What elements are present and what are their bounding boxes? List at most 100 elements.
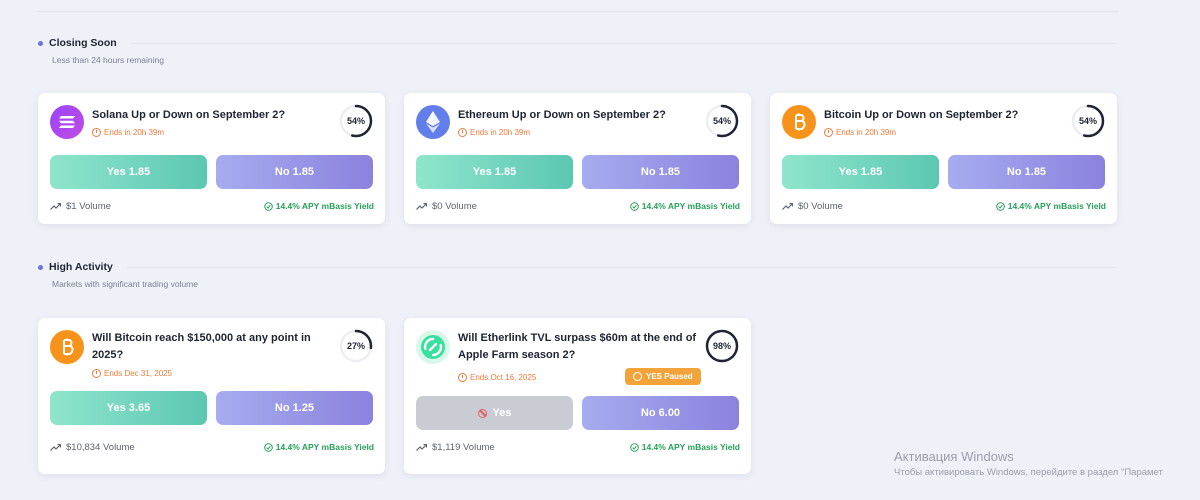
volume: $1 Volume: [50, 201, 111, 212]
section-closing-soon: Closing Soon Less than 24 hours remainin…: [38, 36, 1118, 65]
badge-label: YES Paused: [646, 372, 693, 381]
yield: 14.4% APY mBasis Yield: [263, 201, 374, 211]
yield-label: 14.4% APY mBasis Yield: [1007, 201, 1106, 211]
market-title[interactable]: Will Bitcoin reach $150,000 at any point…: [92, 330, 320, 364]
ethereum-icon: [416, 105, 450, 139]
clock-icon: [92, 369, 101, 378]
probability-gauge: 54%: [704, 103, 740, 139]
no-button[interactable]: No 1.25: [216, 391, 373, 425]
trend-up-icon: [50, 443, 61, 451]
probability-gauge: 27%: [338, 328, 374, 364]
clock-icon: [824, 128, 833, 137]
clock-icon: [458, 373, 467, 382]
probability-label: 98%: [712, 341, 731, 351]
check-circle-icon: [263, 201, 273, 211]
volume: $10,834 Volume: [50, 442, 135, 453]
yield-label: 14.4% APY mBasis Yield: [641, 442, 740, 452]
market-end-time: Ends in 20h 39m: [824, 128, 896, 137]
yes-paused-badge: YES Paused: [625, 368, 701, 385]
volume: $0 Volume: [416, 201, 477, 212]
end-time-label: Ends Oct 16, 2025: [470, 373, 537, 382]
market-title[interactable]: Will Etherlink TVL surpass $60m at the e…: [458, 330, 698, 364]
no-button[interactable]: No 6.00: [582, 396, 739, 430]
market-title[interactable]: Solana Up or Down on September 2?: [92, 107, 320, 124]
yield-label: 14.4% APY mBasis Yield: [641, 201, 740, 211]
market-card-bitcoin[interactable]: Bitcoin Up or Down on September 2? Ends …: [770, 93, 1117, 224]
watermark-subtitle: Чтобы активировать Windows, перейдите в …: [894, 467, 1163, 478]
windows-activation-watermark: Активация Windows Чтобы активировать Win…: [894, 449, 1163, 478]
card-footer: $1,119 Volume 14.4% APY mBasis Yield: [416, 440, 740, 454]
section-divider: [126, 266, 1118, 268]
card-footer: $1 Volume 14.4% APY mBasis Yield: [50, 199, 374, 213]
probability-gauge: 54%: [338, 103, 374, 139]
yes-button[interactable]: Yes 1.85: [416, 155, 573, 189]
yes-button[interactable]: Yes 3.65: [50, 391, 207, 425]
check-circle-icon: [629, 201, 639, 211]
probability-label: 54%: [1078, 116, 1097, 126]
top-divider: [38, 11, 1118, 12]
yes-button[interactable]: Yes 1.85: [782, 155, 939, 189]
no-button[interactable]: No 1.85: [216, 155, 373, 189]
end-time-label: Ends Dec 31, 2025: [104, 369, 173, 378]
market-end-time: Ends in 20h 39m: [92, 128, 164, 137]
yield: 14.4% APY mBasis Yield: [995, 201, 1106, 211]
market-title[interactable]: Bitcoin Up or Down on September 2?: [824, 107, 1052, 124]
probability-gauge: 54%: [1070, 103, 1106, 139]
section-title: Closing Soon: [49, 37, 117, 49]
end-time-label: Ends in 20h 39m: [104, 128, 165, 137]
card-footer: $10,834 Volume 14.4% APY mBasis Yield: [50, 440, 374, 454]
market-end-time: Ends in 20h 39m: [458, 128, 530, 137]
section-high-activity: High Activity Markets with significant t…: [38, 260, 1118, 289]
volume-label: $1 Volume: [66, 200, 111, 212]
bitcoin-icon: [782, 105, 816, 139]
clock-icon: [458, 128, 467, 137]
end-time-label: Ends in 20h 39m: [470, 128, 531, 137]
section-divider: [130, 42, 1118, 44]
trend-up-icon: [416, 202, 427, 210]
section-dot: [38, 264, 43, 270]
market-card-bitcoin-150k[interactable]: Will Bitcoin reach $150,000 at any point…: [38, 318, 385, 474]
check-circle-icon: [995, 201, 1005, 211]
etherlink-icon: [416, 330, 450, 364]
trend-up-icon: [50, 202, 61, 210]
pause-icon: [633, 372, 642, 381]
watermark-title: Активация Windows: [894, 449, 1014, 464]
solana-icon: [50, 105, 84, 139]
market-card-ethereum[interactable]: Ethereum Up or Down on September 2? Ends…: [404, 93, 751, 224]
no-button[interactable]: No 1.85: [582, 155, 739, 189]
trend-up-icon: [416, 443, 427, 451]
clock-icon: [92, 128, 101, 137]
probability-label: 54%: [712, 116, 731, 126]
check-circle-icon: [629, 442, 639, 452]
volume: $0 Volume: [782, 201, 843, 212]
yield-label: 14.4% APY mBasis Yield: [275, 201, 374, 211]
yes-button[interactable]: Yes 1.85: [50, 155, 207, 189]
section-title: High Activity: [49, 261, 113, 273]
probability-label: 27%: [346, 341, 365, 351]
volume-label: $10,834 Volume: [66, 441, 135, 453]
market-card-etherlink[interactable]: Will Etherlink TVL surpass $60m at the e…: [404, 318, 751, 474]
section-subtitle: Markets with significant trading volume: [52, 279, 198, 289]
yes-button-disabled[interactable]: Yes: [416, 396, 573, 430]
yes-button-label: Yes: [492, 407, 512, 419]
probability-label: 54%: [346, 116, 365, 126]
yield: 14.4% APY mBasis Yield: [629, 442, 740, 452]
yield: 14.4% APY mBasis Yield: [263, 442, 374, 452]
section-subtitle: Less than 24 hours remaining: [52, 55, 164, 65]
yield-label: 14.4% APY mBasis Yield: [275, 442, 374, 452]
volume-label: $0 Volume: [798, 200, 843, 212]
market-title[interactable]: Ethereum Up or Down on September 2?: [458, 107, 686, 124]
ban-icon: [477, 408, 487, 418]
card-footer: $0 Volume 14.4% APY mBasis Yield: [782, 199, 1106, 213]
end-time-label: Ends in 20h 39m: [836, 128, 897, 137]
card-footer: $0 Volume 14.4% APY mBasis Yield: [416, 199, 740, 213]
market-card-solana[interactable]: Solana Up or Down on September 2? Ends i…: [38, 93, 385, 224]
no-button[interactable]: No 1.85: [948, 155, 1105, 189]
volume-label: $0 Volume: [432, 200, 477, 212]
volume-label: $1,119 Volume: [432, 441, 495, 453]
market-end-time: Ends Oct 16, 2025: [458, 373, 536, 382]
probability-gauge: 98%: [704, 328, 740, 364]
volume: $1,119 Volume: [416, 442, 495, 453]
bitcoin-icon: [50, 330, 84, 364]
check-circle-icon: [263, 442, 273, 452]
